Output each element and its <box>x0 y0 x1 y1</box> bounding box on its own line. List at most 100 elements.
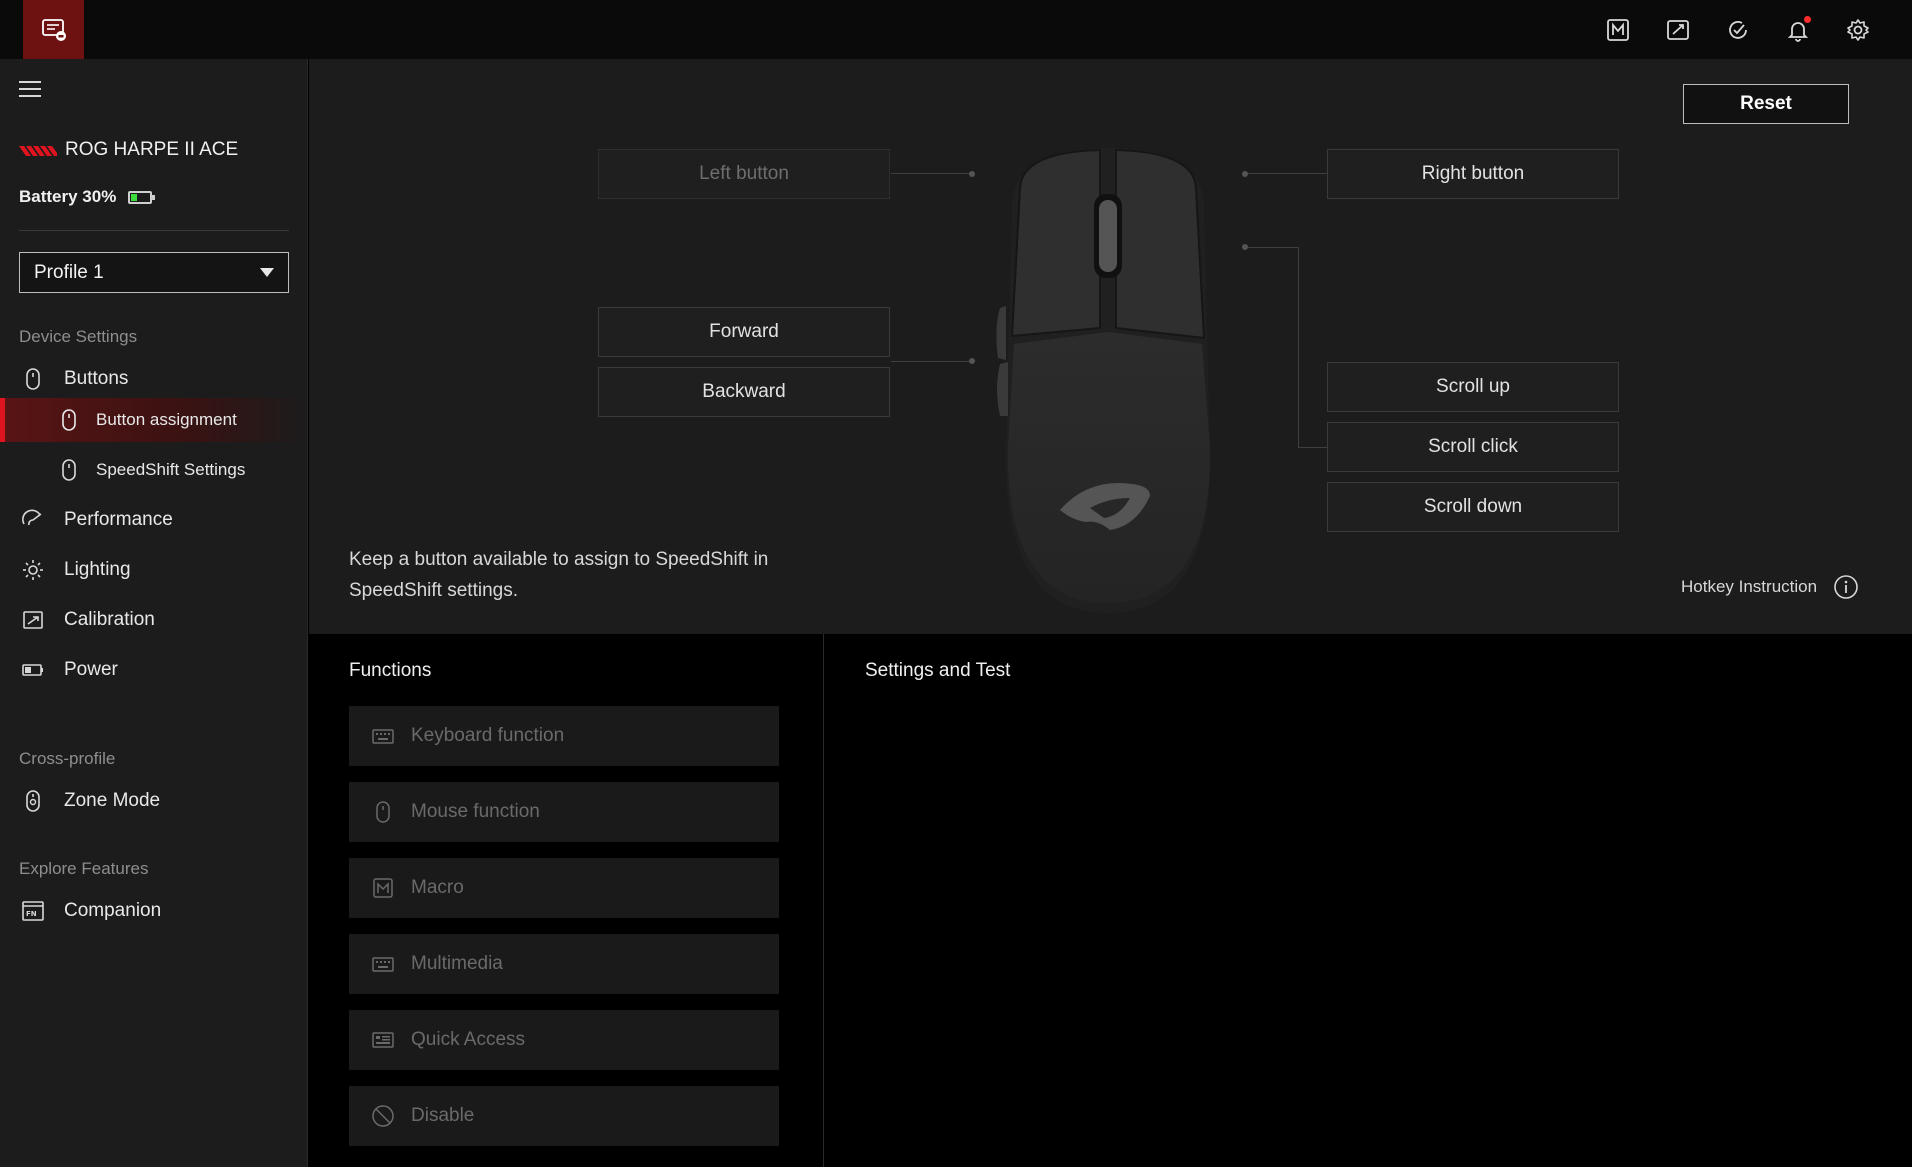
function-label: Keyboard function <box>411 725 565 746</box>
keyboard-icon <box>371 724 395 748</box>
mouse-icon <box>20 366 46 392</box>
sidebar-item-calibration[interactable]: Calibration <box>0 598 307 642</box>
section-explore-features: Explore Features <box>19 859 149 878</box>
function-keyboard[interactable]: Keyboard function <box>349 706 779 766</box>
gauge-icon <box>20 507 46 533</box>
sidebar-item-label: Performance <box>64 509 173 530</box>
mouse-icon <box>56 407 82 433</box>
scenario-top-button[interactable] <box>1662 14 1694 46</box>
macro-icon <box>371 876 395 900</box>
connector-line <box>891 173 971 174</box>
notification-top-button[interactable] <box>1782 14 1814 46</box>
armoury-device-icon <box>41 18 66 41</box>
sidebar-item-label: Power <box>64 659 118 680</box>
connector-line <box>1245 247 1298 248</box>
menu-toggle-button[interactable] <box>19 81 41 99</box>
profile-dropdown[interactable]: Profile 1 <box>19 252 289 293</box>
device-name: ROG HARPE II ACE <box>65 139 239 160</box>
function-disable[interactable]: Disable <box>349 1086 779 1146</box>
sidebar-item-buttons[interactable]: Buttons <box>0 357 307 401</box>
info-icon <box>1834 575 1858 599</box>
function-multimedia[interactable]: Multimedia <box>349 934 779 994</box>
top-bar <box>0 0 1912 59</box>
section-cross-profile: Cross-profile <box>19 749 116 768</box>
sidebar-item-speedshift-settings[interactable]: SpeedShift Settings <box>0 448 307 492</box>
sidebar-item-label: Calibration <box>64 609 155 630</box>
left-button-slot[interactable]: Left button <box>598 149 890 199</box>
sidebar-divider <box>19 230 289 231</box>
function-mouse[interactable]: Mouse function <box>349 782 779 842</box>
connector-dot <box>1242 244 1248 250</box>
app-logo-button[interactable] <box>23 0 84 59</box>
mouse-icon <box>371 800 395 824</box>
mouse-icon <box>56 457 82 483</box>
sidebar-item-companion[interactable]: FN Companion <box>0 889 307 933</box>
sidebar-item-label: Lighting <box>64 559 131 580</box>
hamburger-line <box>19 88 41 90</box>
device-header: ROG HARPE II ACE <box>19 139 238 161</box>
hotkey-instruction-link[interactable]: Hotkey Instruction <box>1681 574 1859 600</box>
sidebar-item-label: Companion <box>64 900 162 921</box>
svg-text:FN: FN <box>26 910 37 918</box>
macro-icon <box>1607 18 1629 41</box>
sidebar-item-label: Buttons <box>64 368 129 389</box>
connector-line <box>1298 447 1328 448</box>
function-label: Quick Access <box>411 1029 526 1050</box>
calibration-icon <box>20 607 46 633</box>
function-label: Disable <box>411 1105 475 1126</box>
rog-stripes-icon <box>19 146 57 156</box>
notification-badge <box>1804 15 1811 23</box>
connector-dot <box>969 171 975 177</box>
sidebar: ROG HARPE II ACE Battery 30% Profile 1 D… <box>0 59 308 1167</box>
battery-label: Battery 30% <box>19 187 117 206</box>
sidebar-item-label: Zone Mode <box>64 790 161 811</box>
hamburger-line <box>19 81 41 83</box>
reset-button[interactable]: Reset <box>1683 84 1849 124</box>
connector-dot <box>969 358 975 364</box>
function-quick-access[interactable]: Quick Access <box>349 1010 779 1070</box>
connector-dot <box>1242 171 1248 177</box>
connector-line <box>891 361 971 362</box>
hamburger-line <box>19 95 41 97</box>
speedshift-hint: Keep a button available to assign to Spe… <box>349 549 769 601</box>
sun-icon <box>20 557 46 583</box>
connector-line <box>1298 247 1299 447</box>
macro-top-button[interactable] <box>1602 14 1634 46</box>
backward-button-slot[interactable]: Backward <box>598 367 890 417</box>
mouse-illustration <box>996 148 1211 613</box>
scroll-up-slot[interactable]: Scroll up <box>1327 362 1619 412</box>
function-label: Macro <box>411 877 464 898</box>
forward-button-slot[interactable]: Forward <box>598 307 890 357</box>
gear-icon <box>1847 18 1869 41</box>
battery-icon <box>128 190 156 204</box>
scroll-down-slot[interactable]: Scroll down <box>1327 482 1619 532</box>
profile-selected-value: Profile 1 <box>34 261 104 283</box>
hotkey-label: Hotkey Instruction <box>1681 577 1818 596</box>
function-label: Mouse function <box>411 801 540 822</box>
fn-window-icon: FN <box>20 898 46 924</box>
connector-line <box>1245 173 1328 174</box>
battery-nav-icon <box>20 657 46 683</box>
sync-check-icon <box>1729 20 1747 39</box>
caret-down-icon <box>260 268 274 277</box>
sidebar-item-performance[interactable]: Performance <box>0 498 307 542</box>
battery-status: Battery 30% <box>19 187 156 207</box>
right-button-slot[interactable]: Right button <box>1327 149 1619 199</box>
functions-title: Functions <box>349 660 432 681</box>
sidebar-item-power[interactable]: Power <box>0 648 307 692</box>
sidebar-item-button-assignment[interactable]: Button assignment <box>0 398 307 442</box>
function-label: Multimedia <box>411 953 503 974</box>
edit-screen-icon <box>1667 19 1689 40</box>
settings-top-button[interactable] <box>1842 14 1874 46</box>
sidebar-item-zone-mode[interactable]: Zone Mode <box>0 779 307 823</box>
function-macro[interactable]: Macro <box>349 858 779 918</box>
battery-fill <box>131 193 137 201</box>
update-top-button[interactable] <box>1722 14 1754 46</box>
disable-icon <box>371 1104 395 1128</box>
section-device-settings: Device Settings <box>19 327 138 346</box>
multimedia-keyboard-icon <box>371 952 395 976</box>
sidebar-item-label: SpeedShift Settings <box>96 460 246 479</box>
sidebar-item-label: Button assignment <box>96 410 237 429</box>
scroll-click-slot[interactable]: Scroll click <box>1327 422 1619 472</box>
sidebar-item-lighting[interactable]: Lighting <box>0 548 307 592</box>
